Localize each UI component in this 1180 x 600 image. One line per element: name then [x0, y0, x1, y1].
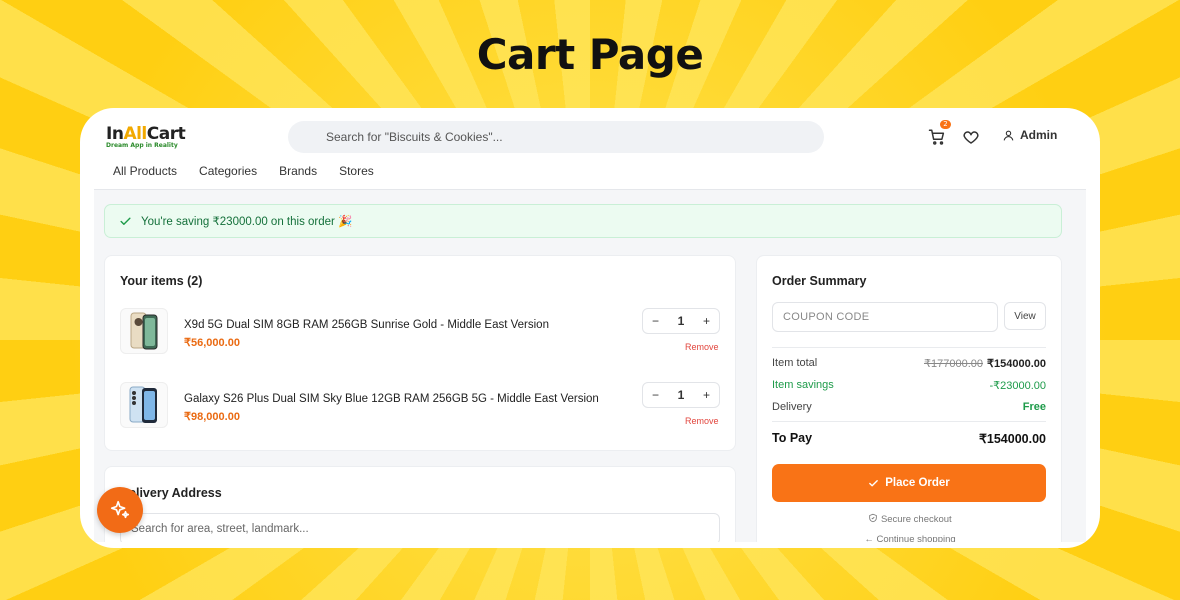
logo-wordmark: InAllCart [106, 124, 186, 144]
to-pay-value: ₹154000.00 [978, 432, 1046, 446]
search-input[interactable] [288, 121, 824, 153]
order-summary-title: Order Summary [772, 274, 867, 288]
item-total-label: Item total [772, 357, 818, 369]
decrease-qty-button[interactable]: − [652, 314, 659, 328]
place-order-button[interactable]: Place Order [772, 464, 1046, 502]
increase-qty-button[interactable]: + [703, 388, 710, 402]
heart-icon[interactable] [962, 128, 980, 146]
remove-item-link[interactable]: Remove [685, 342, 719, 352]
item-savings-value: -₹23000.00 [989, 380, 1046, 392]
item-price: ₹56,000.00 [184, 337, 240, 349]
quantity-stepper: − 1 + [642, 382, 720, 408]
item-total-row: Item total ₹177000.00 ₹154000.00 [772, 357, 1046, 370]
quantity-stepper: − 1 + [642, 308, 720, 334]
user-label: Admin [1020, 128, 1058, 142]
cart-icon[interactable] [928, 128, 946, 146]
user-menu[interactable]: Admin [1002, 128, 1057, 142]
cart-item: Galaxy S26 Plus Dual SIM Sky Blue 12GB R… [120, 382, 720, 430]
cart-count-badge: 2 [940, 120, 951, 129]
continue-shopping-link[interactable]: ← Continue shopping [757, 534, 1063, 542]
phone-blue-image [129, 386, 157, 423]
delivery-label: Delivery [772, 401, 812, 413]
item-price: ₹98,000.00 [184, 411, 240, 423]
phone-gold-image [130, 312, 158, 350]
item-total-original: ₹177000.00 [924, 358, 983, 370]
check-icon [869, 479, 879, 486]
nav-item-stores[interactable]: Stores [339, 164, 374, 178]
nav-item-brands[interactable]: Brands [279, 164, 317, 178]
item-name[interactable]: Galaxy S26 Plus Dual SIM Sky Blue 12GB R… [184, 393, 599, 405]
logo[interactable]: InAllCart Dream App in Reality [106, 124, 186, 149]
logo-tagline: Dream App in Reality [106, 142, 178, 149]
quantity-value: 1 [677, 314, 685, 328]
item-total-value: ₹154000.00 [987, 358, 1046, 370]
shield-icon [869, 513, 878, 523]
to-pay-row: To Pay ₹154000.00 [772, 431, 1046, 446]
to-pay-label: To Pay [772, 431, 813, 445]
main-nav: All Products Categories Brands Stores [113, 164, 374, 178]
item-savings-row: Item savings -₹23000.00 [772, 379, 1046, 392]
product-image[interactable] [120, 382, 168, 428]
app-frame: InAllCart Dream App in Reality 2 Admin A… [80, 108, 1100, 548]
nav-item-all-products[interactable]: All Products [113, 164, 177, 178]
remove-item-link[interactable]: Remove [685, 416, 719, 426]
nav-item-categories[interactable]: Categories [199, 164, 257, 178]
page-title: Cart Page [476, 30, 704, 79]
product-image[interactable] [120, 308, 168, 354]
order-summary-card: Order Summary View Item total ₹177000.00… [756, 255, 1062, 542]
delivery-value: Free [1022, 401, 1046, 413]
sparkle-icon [110, 500, 130, 519]
increase-qty-button[interactable]: + [703, 314, 710, 328]
cart-items-title: Your items (2) [120, 274, 203, 288]
view-coupons-button[interactable]: View [1004, 302, 1046, 330]
address-search-input[interactable] [120, 513, 720, 542]
item-name[interactable]: X9d 5G Dual SIM 8GB RAM 256GB Sunrise Go… [184, 319, 549, 331]
delivery-address-card: Delivery Address [104, 466, 736, 542]
header: InAllCart Dream App in Reality 2 Admin A… [94, 118, 1086, 190]
divider [772, 347, 1046, 348]
decrease-qty-button[interactable]: − [652, 388, 659, 402]
user-icon [1003, 130, 1014, 141]
secure-checkout-note: Secure checkout [757, 513, 1063, 525]
check-icon [120, 217, 131, 225]
place-order-label: Place Order [885, 477, 950, 489]
app-viewport: InAllCart Dream App in Reality 2 Admin A… [94, 118, 1086, 542]
quantity-value: 1 [677, 388, 685, 402]
delivery-row: Delivery Free [772, 401, 1046, 413]
savings-message: You're saving ₹23000.00 on this order 🎉 [141, 216, 353, 228]
coupon-code-input[interactable] [772, 302, 998, 332]
item-savings-label: Item savings [772, 379, 834, 391]
ai-assistant-button[interactable] [97, 487, 143, 533]
divider [772, 421, 1046, 422]
savings-banner: You're saving ₹23000.00 on this order 🎉 [104, 204, 1062, 238]
cart-item: X9d 5G Dual SIM 8GB RAM 256GB Sunrise Go… [120, 308, 720, 356]
cart-items-card: Your items (2) X9d 5G Dual SIM 8GB RAM 2… [104, 255, 736, 451]
